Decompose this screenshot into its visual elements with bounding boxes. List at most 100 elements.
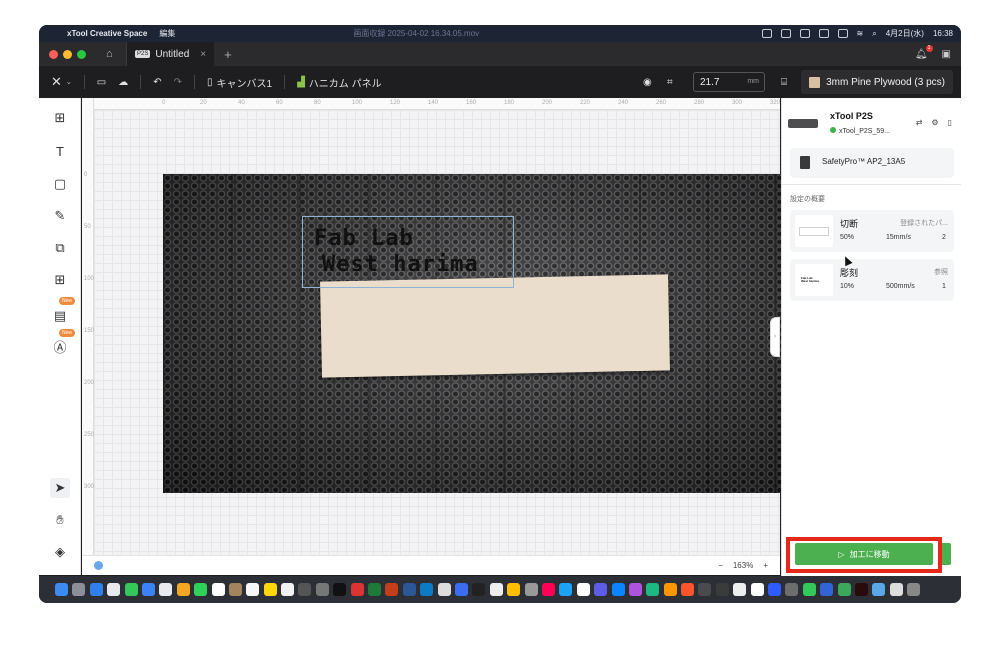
finder-icon[interactable]: [55, 583, 68, 596]
close-tab-icon[interactable]: ×: [200, 49, 206, 60]
height-input[interactable]: 21.7 mm: [693, 72, 765, 92]
calendar-icon[interactable]: [211, 583, 225, 596]
app-icon[interactable]: [472, 583, 486, 596]
app-icon[interactable]: [437, 583, 451, 596]
text-tool-icon[interactable]: T: [50, 142, 70, 162]
scan-icon[interactable]: ⌗: [667, 77, 673, 88]
settings-icon[interactable]: [298, 583, 312, 596]
mail-icon[interactable]: [141, 583, 155, 596]
battery-icon[interactable]: [837, 29, 848, 38]
app-icon[interactable]: [594, 583, 608, 596]
close-window-button[interactable]: [49, 49, 58, 59]
app-icon[interactable]: [628, 583, 642, 596]
app-icon[interactable]: [454, 583, 468, 596]
terminal-icon[interactable]: [333, 583, 347, 596]
app-icon[interactable]: [611, 583, 625, 596]
folder-icon[interactable]: [872, 583, 886, 596]
app-icon[interactable]: [785, 583, 799, 596]
zoom-window-button[interactable]: [77, 49, 86, 59]
panel-selector[interactable]: ▟ ハニカム パネル: [297, 75, 381, 90]
camera-icon[interactable]: ◉: [643, 77, 652, 88]
material-library-icon[interactable]: ▤ New: [50, 297, 76, 326]
process-card-engrave[interactable]: Fab Lab West harima 彫刻 参照 10% 500mm/s 1: [790, 259, 954, 301]
zoom-in-button[interactable]: +: [763, 561, 768, 570]
app-icon[interactable]: [350, 583, 364, 596]
window-icon[interactable]: ▣: [942, 49, 951, 60]
app-icon[interactable]: [576, 583, 590, 596]
app-icon[interactable]: [541, 583, 555, 596]
design-canvas[interactable]: 0 20 40 60 80 100 120 140 160 180 200 220 240 260 280 3…: [82, 98, 791, 575]
app-icon[interactable]: [559, 583, 573, 596]
logo-menu-button[interactable]: ✕ ⌄: [51, 74, 72, 90]
app-icon[interactable]: [646, 583, 660, 596]
engrave-text[interactable]: Fab Lab West harima: [314, 226, 479, 278]
messages-icon[interactable]: [124, 583, 138, 596]
tab-untitled[interactable]: P2S Untitled ×: [126, 42, 215, 66]
canvas-selector[interactable]: ▯ キャンバス1: [207, 75, 272, 90]
brave-icon[interactable]: [681, 583, 695, 596]
app-icon[interactable]: [715, 583, 729, 596]
facetime-icon[interactable]: [194, 583, 208, 596]
ai-tool-icon[interactable]: Ⓐ New: [50, 329, 76, 358]
cloud-icon[interactable]: ☁︎: [118, 77, 128, 88]
freeform-icon[interactable]: [281, 583, 295, 596]
app-icon[interactable]: [837, 583, 851, 596]
settings-gear-icon[interactable]: ⚙︎: [931, 118, 938, 127]
chrome-icon[interactable]: [107, 583, 121, 596]
app-name-menu[interactable]: xTool Creative Space: [67, 29, 147, 38]
machine-info[interactable]: xTool P2S xTool_P2S_59... ⇄ ⚙︎ ▯: [788, 108, 956, 138]
illustrator-icon[interactable]: [854, 583, 868, 596]
undo-icon[interactable]: ↶: [153, 77, 161, 88]
layers-shape-icon[interactable]: ⧉: [50, 238, 70, 258]
pen-tool-icon[interactable]: ✎: [50, 206, 70, 226]
app-icon[interactable]: [663, 583, 677, 596]
contacts-icon[interactable]: [228, 583, 242, 596]
app-icon[interactable]: [768, 583, 782, 596]
search-icon[interactable]: ⌕: [872, 29, 876, 39]
safety-device[interactable]: SafetyPro™ AP2_13A5: [790, 148, 954, 178]
word-icon[interactable]: [402, 583, 416, 596]
maps-icon[interactable]: [159, 583, 173, 596]
notes-icon[interactable]: [263, 583, 277, 596]
app-icon[interactable]: [524, 583, 538, 596]
app-icon[interactable]: [733, 583, 747, 596]
app-icon[interactable]: [820, 583, 834, 596]
zoom-out-button[interactable]: −: [718, 561, 723, 570]
save-icon[interactable]: ▭: [97, 77, 106, 88]
edit-menu[interactable]: 編集: [159, 28, 175, 39]
line-icon[interactable]: [802, 583, 816, 596]
redo-icon[interactable]: ↷: [174, 77, 182, 88]
layers-icon[interactable]: ◈: [50, 542, 70, 562]
bell-icon[interactable]: 🔔︎ 1: [915, 44, 933, 60]
wifi-icon[interactable]: ≋: [857, 29, 864, 38]
vscode-icon[interactable]: [420, 583, 434, 596]
measure-icon[interactable]: ⌸: [781, 77, 787, 88]
apps-icon[interactable]: ⊞: [50, 270, 70, 290]
select-pointer-icon[interactable]: ➤: [50, 478, 70, 498]
tray-icon[interactable]: [761, 29, 772, 38]
app-icon[interactable]: [315, 583, 329, 596]
shape-tool-icon[interactable]: ▢: [50, 174, 70, 194]
app-icon[interactable]: [489, 583, 503, 596]
home-icon[interactable]: ⌂: [106, 47, 120, 61]
hand-tool-icon[interactable]: ✋︎: [50, 510, 70, 530]
tray-icon[interactable]: [799, 29, 810, 38]
photos-icon[interactable]: [176, 583, 190, 596]
process-card-cut[interactable]: 切断 登録されたパ... 50% 15mm/s 2: [790, 210, 954, 252]
document-icon[interactable]: [889, 583, 903, 596]
tray-icon[interactable]: [780, 29, 791, 38]
add-image-icon[interactable]: ⊞: [50, 108, 70, 128]
powerpoint-icon[interactable]: [385, 583, 399, 596]
excel-icon[interactable]: [368, 583, 382, 596]
app-icon[interactable]: [507, 583, 521, 596]
minimize-window-button[interactable]: [63, 49, 72, 59]
switch-icon[interactable]: ⇄: [916, 118, 923, 127]
new-tab-button[interactable]: +: [224, 47, 232, 62]
launchpad-icon[interactable]: [72, 583, 86, 596]
safari-icon[interactable]: [89, 583, 103, 596]
reminders-icon[interactable]: [246, 583, 260, 596]
app-icon[interactable]: [698, 583, 712, 596]
trash-icon[interactable]: [907, 583, 921, 596]
collapse-panel-button[interactable]: ›: [770, 317, 780, 357]
tray-icon[interactable]: [818, 29, 829, 38]
